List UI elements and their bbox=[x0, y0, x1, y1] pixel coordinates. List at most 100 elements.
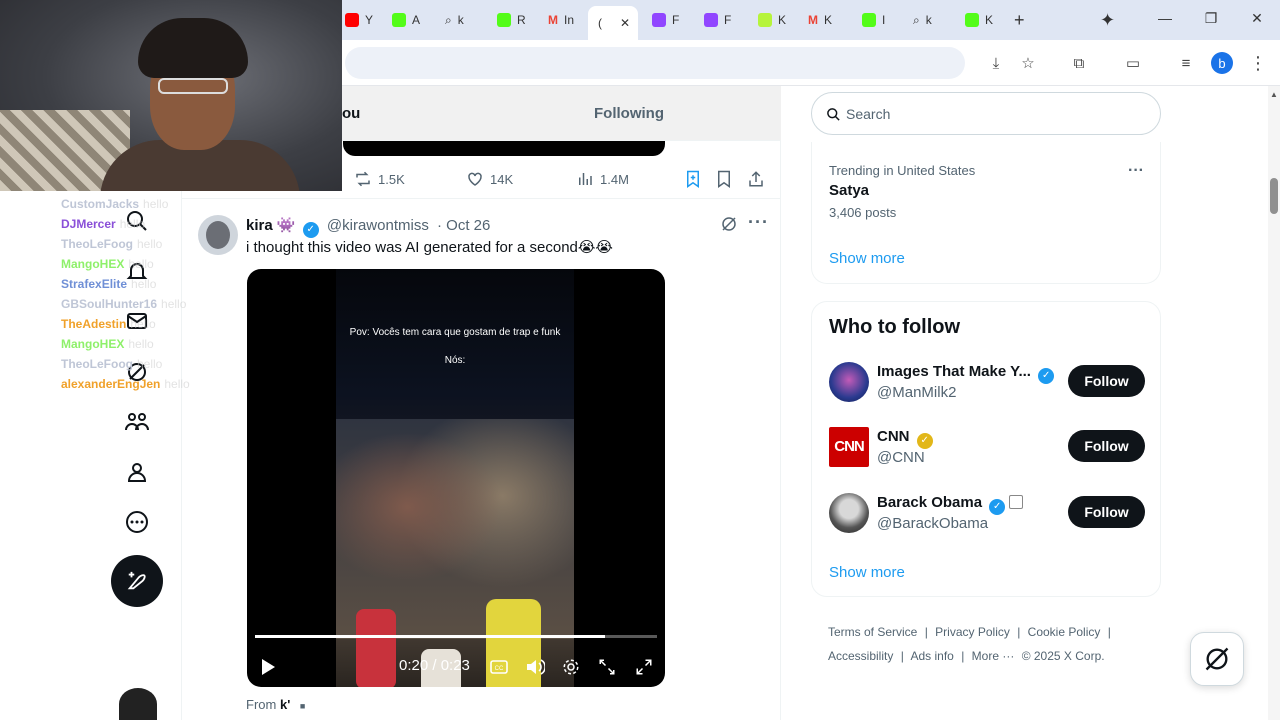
grok-icon bbox=[1205, 647, 1229, 671]
source-badge: ■ bbox=[299, 701, 306, 711]
footer-separator: | bbox=[1017, 625, 1021, 639]
browser-tab[interactable]: M In bbox=[548, 8, 574, 32]
grok-explain-icon[interactable] bbox=[720, 215, 738, 238]
previous-post-actions: 1.5K 14K 1.4M bbox=[354, 170, 774, 190]
twitch-icon bbox=[704, 13, 718, 27]
footer-link[interactable]: Accessibility bbox=[828, 649, 893, 663]
sidepanel-icon[interactable]: ▭ bbox=[1121, 51, 1145, 75]
analytics-bars-icon bbox=[579, 173, 592, 185]
communities-icon[interactable] bbox=[121, 406, 153, 438]
bookmark-button[interactable] bbox=[716, 170, 732, 188]
settings-gear-icon[interactable] bbox=[559, 655, 583, 679]
browser-tab[interactable]: Y bbox=[345, 8, 373, 32]
suggestion-name[interactable]: Images That Make Y... bbox=[877, 363, 1031, 380]
suggestion-avatar[interactable] bbox=[829, 493, 869, 533]
follow-button[interactable]: Follow bbox=[1068, 365, 1145, 397]
verified-badge-icon: ✓ bbox=[1038, 368, 1055, 384]
chat-username: TheAdestin bbox=[61, 317, 127, 331]
tweet-author-handle[interactable]: @kirawontmiss bbox=[327, 217, 429, 234]
bookmark-star-icon[interactable]: ☆ bbox=[1016, 51, 1040, 75]
tab-favicon-icon bbox=[345, 13, 359, 27]
browser-tab[interactable]: ⌕ k bbox=[445, 8, 464, 32]
streamer-webcam bbox=[0, 0, 342, 191]
trends-show-more[interactable]: Show more bbox=[829, 250, 905, 267]
grok-chat-button[interactable] bbox=[1190, 632, 1244, 686]
suggestion-name[interactable]: CNN bbox=[877, 428, 910, 445]
views-button[interactable]: 1.4M bbox=[576, 170, 629, 188]
browser-tab[interactable]: A bbox=[392, 8, 420, 32]
scroll-up-icon[interactable]: ▲ bbox=[1270, 90, 1278, 99]
browser-tab-active[interactable]: (✕ bbox=[588, 6, 638, 40]
footer-separator: | bbox=[924, 625, 928, 639]
window-close-icon[interactable]: ✕ bbox=[1242, 10, 1272, 27]
picture-in-picture-icon[interactable] bbox=[595, 655, 619, 679]
tweet[interactable]: kira 👾 ✓ @kirawontmiss · Oct 26 ··· i th… bbox=[182, 198, 781, 720]
search-box[interactable]: Search bbox=[811, 92, 1161, 135]
more-circle-icon[interactable] bbox=[121, 506, 153, 538]
footer-link[interactable]: Privacy Policy bbox=[935, 625, 1010, 639]
follow-suggestion[interactable]: Barack Obama ✓ @BarackObama Follow bbox=[829, 493, 1145, 535]
browser-tab[interactable]: F bbox=[704, 8, 731, 32]
follow-suggestion[interactable]: CNN CNN ✓ @CNN Follow bbox=[829, 427, 1145, 469]
chat-message-text: hello bbox=[164, 377, 190, 391]
follow-button[interactable]: Follow bbox=[1068, 430, 1145, 462]
trend-more-icon[interactable]: ··· bbox=[1128, 162, 1144, 180]
url-field[interactable] bbox=[345, 47, 965, 79]
compose-post-button[interactable] bbox=[111, 555, 163, 607]
account-avatar[interactable] bbox=[119, 688, 157, 720]
chat-message-text: hello bbox=[128, 257, 154, 271]
like-button[interactable]: 14K bbox=[466, 170, 513, 188]
browser-tab[interactable]: K bbox=[758, 8, 786, 32]
more-options-icon[interactable]: ··· bbox=[748, 212, 769, 233]
browser-tab[interactable]: ⌕ k bbox=[913, 8, 932, 32]
browser-tab[interactable]: R bbox=[497, 8, 526, 32]
page-scrollbar[interactable]: ▲ bbox=[1268, 86, 1280, 720]
scrollbar-thumb[interactable] bbox=[1270, 178, 1278, 214]
browser-tab[interactable]: I bbox=[862, 8, 885, 32]
tab-following[interactable]: Following bbox=[594, 105, 664, 122]
tweet-author-name[interactable]: kira bbox=[246, 217, 273, 234]
suggestion-avatar[interactable] bbox=[829, 362, 869, 402]
who-to-follow-show-more[interactable]: Show more bbox=[829, 564, 905, 581]
who-to-follow-title: Who to follow bbox=[829, 316, 961, 338]
browser-tab[interactable]: F bbox=[652, 8, 679, 32]
follow-suggestion[interactable]: Images That Make Y... ✓ @ManMilk2 Follow bbox=[829, 362, 1145, 404]
restore-icon[interactable]: ❐ bbox=[1196, 10, 1226, 27]
profile-avatar[interactable]: b bbox=[1210, 51, 1234, 75]
close-icon[interactable]: ✕ bbox=[620, 16, 630, 30]
previous-post-media bbox=[343, 141, 665, 156]
profile-person-icon[interactable] bbox=[121, 456, 153, 488]
chat-message: StrafexElite hello bbox=[61, 277, 221, 297]
search-input[interactable]: Search bbox=[846, 106, 890, 122]
gemini-sparkle-icon[interactable]: ✦ bbox=[1100, 8, 1115, 32]
footer-link[interactable]: Ads info bbox=[911, 649, 954, 663]
fullscreen-icon[interactable] bbox=[632, 655, 656, 679]
follow-button[interactable]: Follow bbox=[1068, 496, 1145, 528]
grok-bookmark-button[interactable] bbox=[685, 170, 701, 188]
install-app-icon[interactable]: ⤓ bbox=[984, 51, 1008, 75]
browser-menu-icon[interactable]: ⋮ bbox=[1246, 51, 1270, 75]
extensions-icon[interactable]: ⧉ bbox=[1067, 51, 1091, 75]
tweet-timestamp[interactable]: Oct 26 bbox=[446, 217, 490, 234]
media-controls-icon[interactable]: ≡ bbox=[1174, 51, 1198, 75]
video-player[interactable]: Pov: Vocês tem cara que gostam de trap e… bbox=[247, 269, 665, 687]
source-account[interactable]: k' bbox=[280, 697, 290, 712]
footer-link[interactable]: More ··· bbox=[972, 649, 1015, 663]
browser-tab[interactable]: MK bbox=[808, 8, 832, 32]
minimize-icon[interactable]: — bbox=[1150, 10, 1180, 26]
repost-button[interactable]: 1.5K bbox=[354, 170, 405, 188]
volume-icon[interactable] bbox=[523, 655, 547, 679]
share-button[interactable] bbox=[747, 170, 765, 188]
new-tab-button[interactable]: + bbox=[1014, 8, 1025, 32]
footer-link[interactable]: Cookie Policy bbox=[1028, 625, 1101, 639]
browser-tab[interactable]: K bbox=[965, 8, 993, 32]
trend-name[interactable]: Satya bbox=[829, 182, 869, 199]
footer-link[interactable]: Terms of Service bbox=[828, 625, 917, 639]
video-progress-bar[interactable] bbox=[255, 635, 657, 638]
suggestion-name[interactable]: Barack Obama bbox=[877, 494, 982, 511]
tab-favicon-icon bbox=[392, 13, 406, 27]
tab-for-you[interactable]: ou bbox=[342, 105, 360, 122]
cnn-logo-avatar[interactable]: CNN bbox=[829, 427, 869, 467]
play-icon[interactable] bbox=[256, 655, 280, 679]
captions-icon[interactable]: CC bbox=[487, 655, 511, 679]
